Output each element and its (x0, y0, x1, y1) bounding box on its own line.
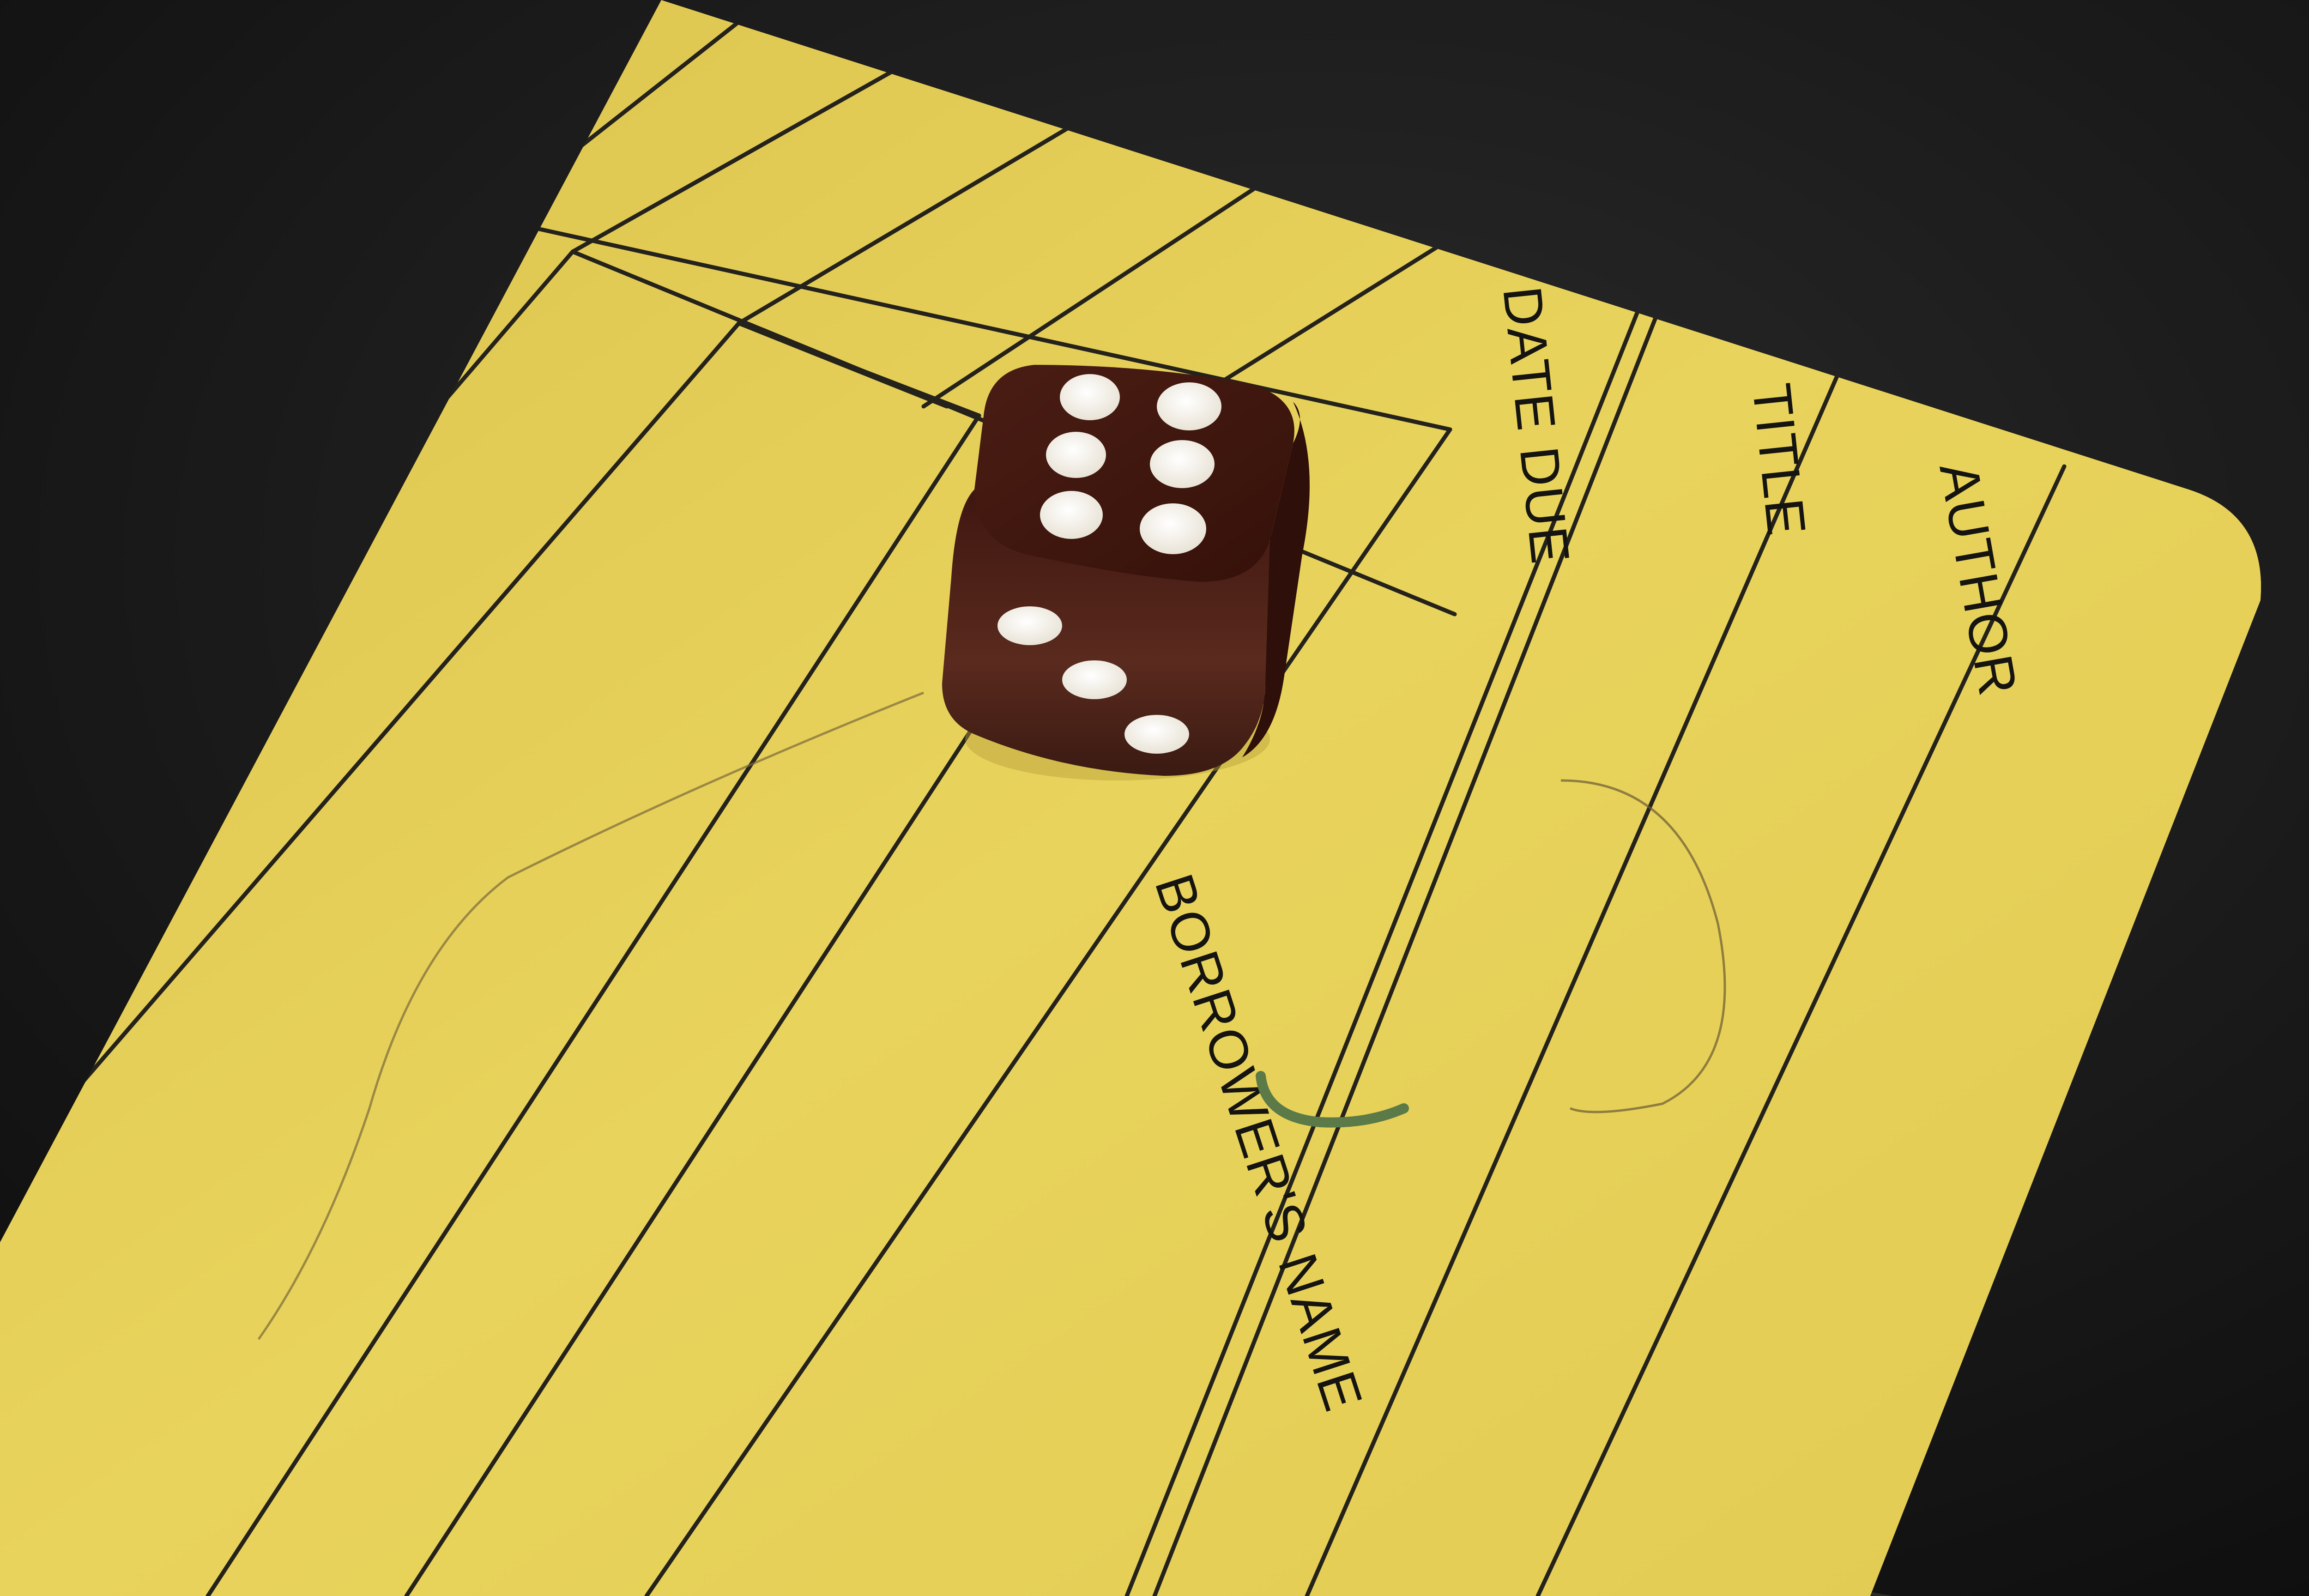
pip (1060, 374, 1120, 420)
pip (1124, 715, 1189, 754)
pip (1062, 660, 1127, 699)
pip (1150, 440, 1215, 488)
pip (1046, 432, 1106, 478)
photo-scene: DATE DUE TITLE AUTHOR BORROWER'S NAME (0, 0, 2309, 1596)
pip (1140, 503, 1206, 554)
pip (1040, 491, 1103, 539)
pip (997, 606, 1062, 645)
pip (1157, 382, 1221, 430)
die-top-face (974, 365, 1294, 582)
die (942, 365, 1310, 776)
